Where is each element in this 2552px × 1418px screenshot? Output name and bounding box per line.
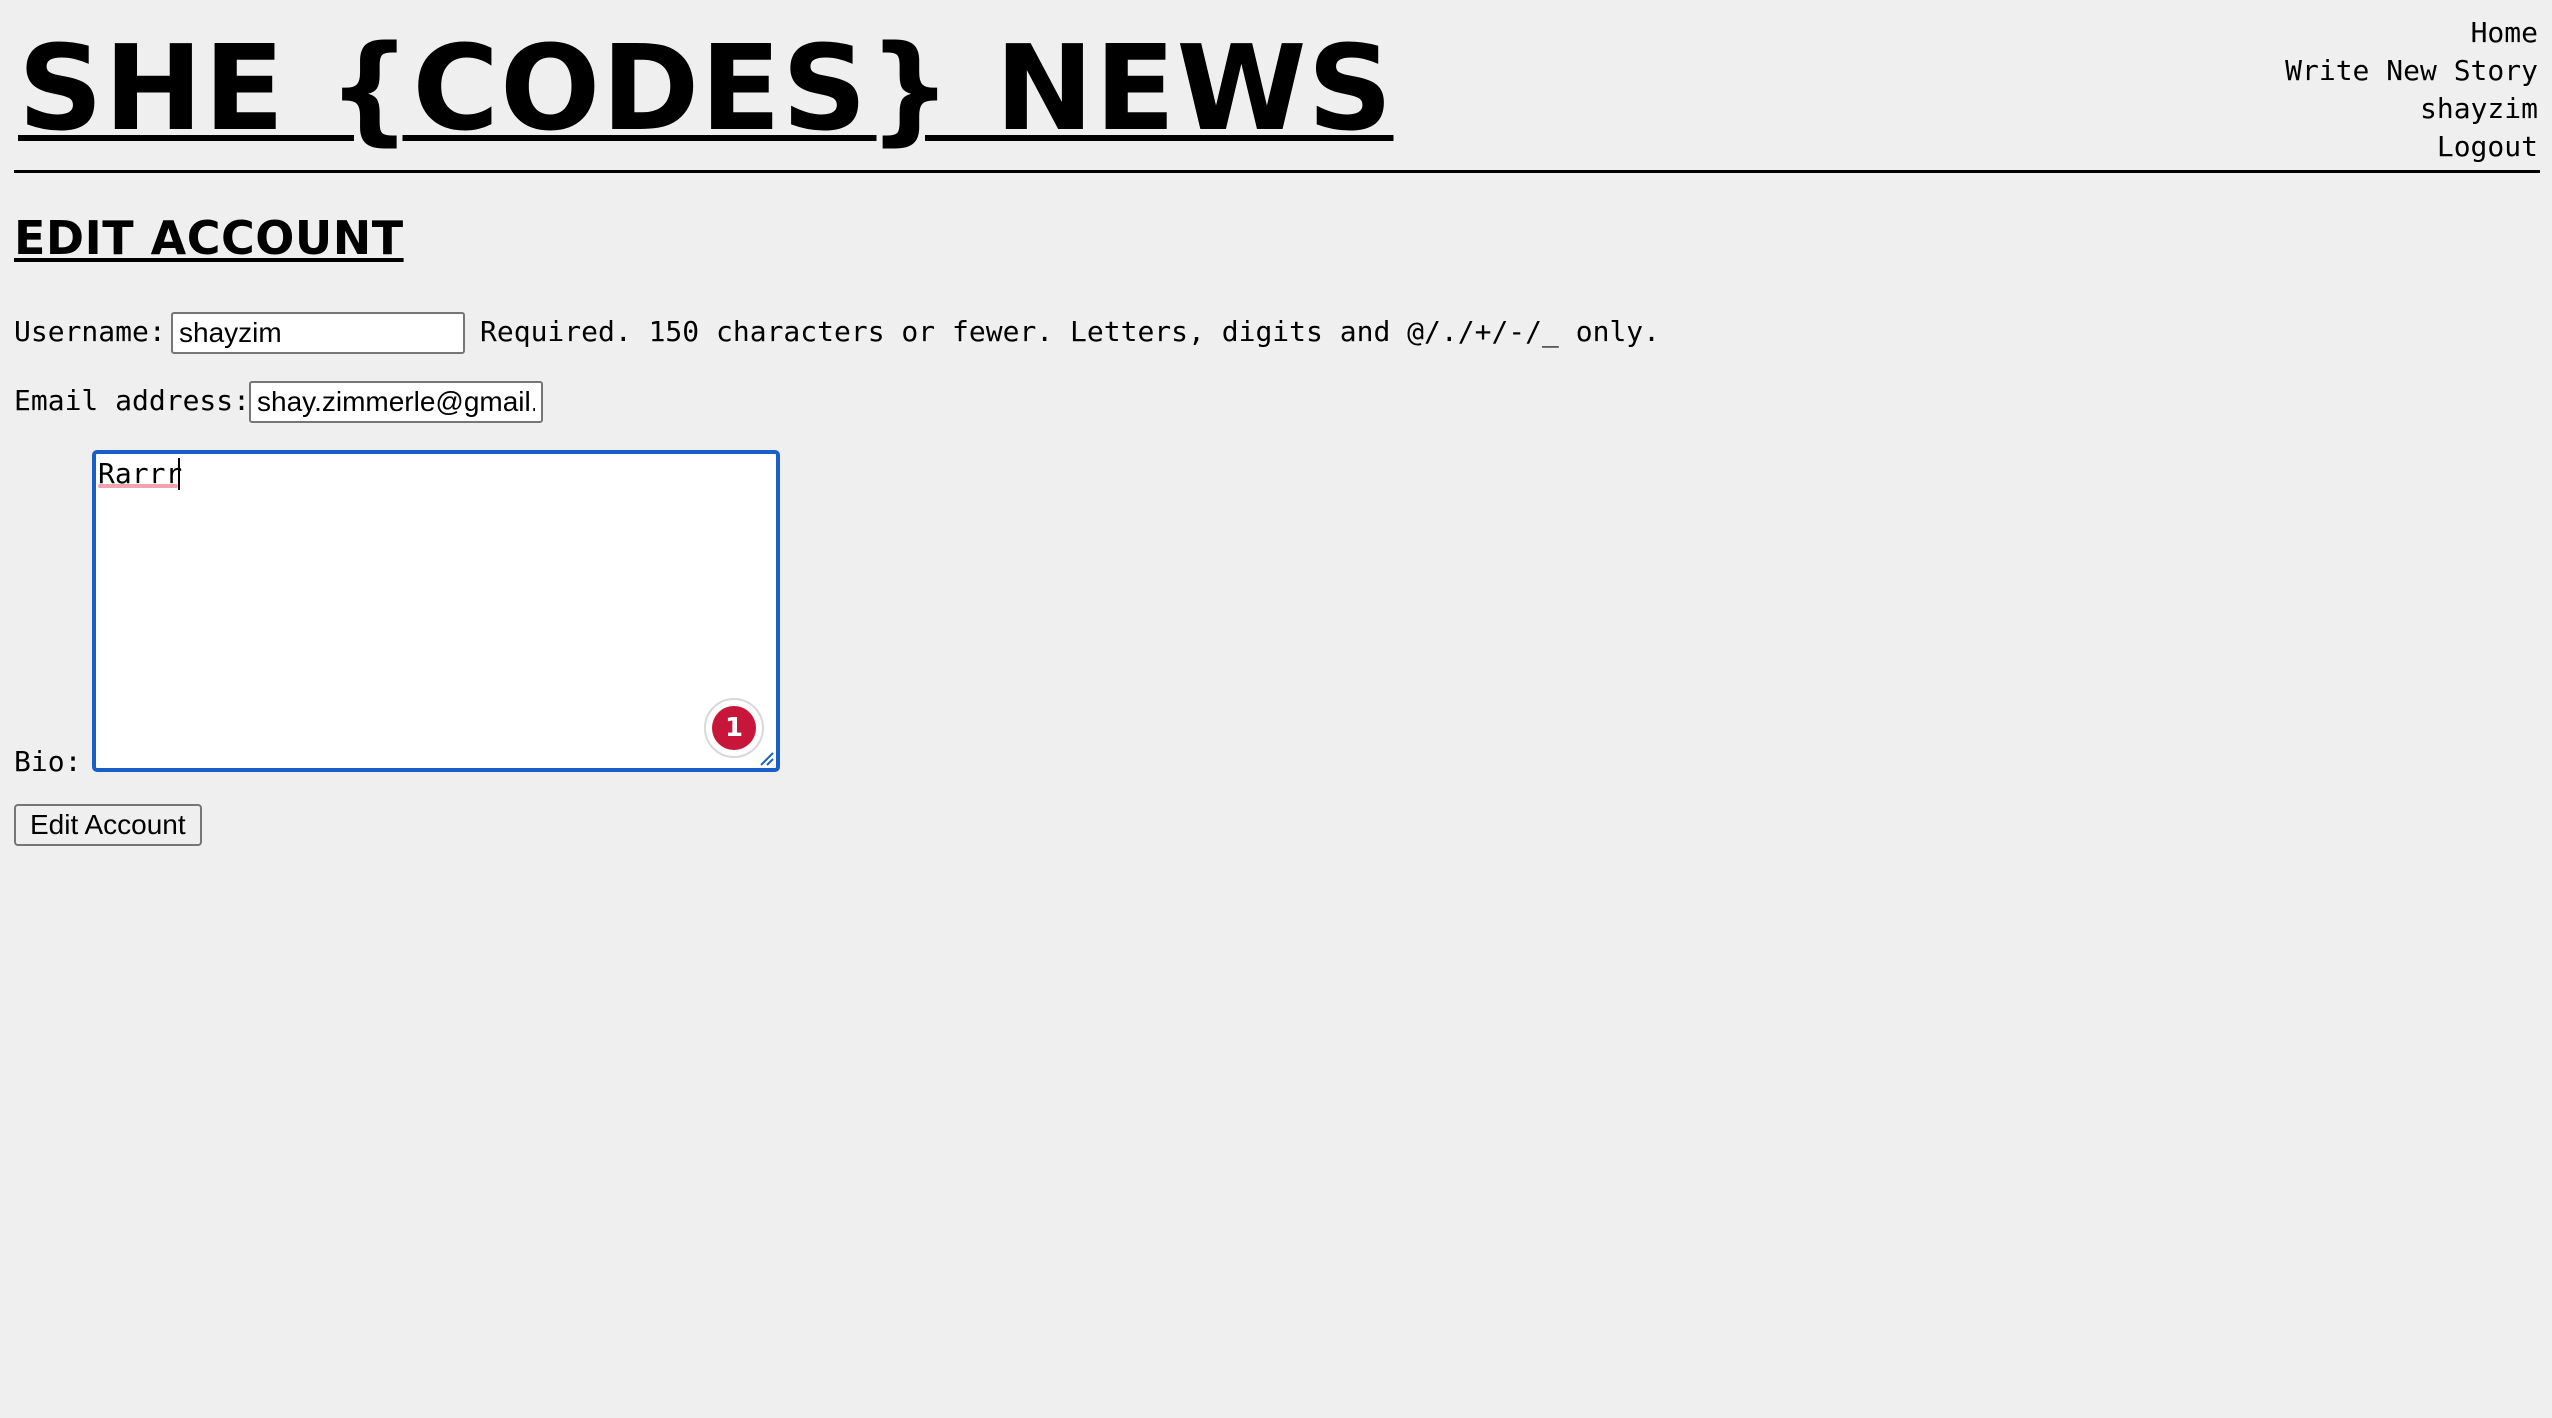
- username-input[interactable]: [171, 312, 465, 354]
- page: SHE {CODES} NEWS Home Write New Story sh…: [0, 0, 2552, 1418]
- email-label: Email address:: [14, 384, 251, 417]
- nav-home-link[interactable]: Home: [2285, 14, 2538, 52]
- header-divider: [14, 170, 2540, 173]
- bio-label: Bio:: [14, 745, 82, 778]
- page-title: EDIT ACCOUNT: [14, 211, 404, 265]
- bio-textarea[interactable]: [92, 450, 780, 772]
- extension-badge-icon[interactable]: 1: [704, 698, 764, 758]
- extension-badge-count: 1: [712, 706, 756, 750]
- username-help-text: Required. 150 characters or fewer. Lette…: [480, 315, 1661, 348]
- nav-logout-link[interactable]: Logout: [2285, 128, 2538, 166]
- nav-user-profile-link[interactable]: shayzim: [2285, 90, 2538, 128]
- nav-write-new-story-link[interactable]: Write New Story: [2285, 52, 2538, 90]
- spellcheck-underline: [98, 484, 178, 488]
- edit-account-button[interactable]: Edit Account: [14, 804, 202, 846]
- top-nav: Home Write New Story shayzim Logout: [2285, 14, 2538, 166]
- resize-handle-icon[interactable]: [758, 750, 774, 766]
- username-label: Username:: [14, 315, 166, 348]
- email-input[interactable]: [249, 381, 543, 423]
- text-caret: [178, 458, 180, 490]
- site-title[interactable]: SHE {CODES} NEWS: [18, 18, 1393, 158]
